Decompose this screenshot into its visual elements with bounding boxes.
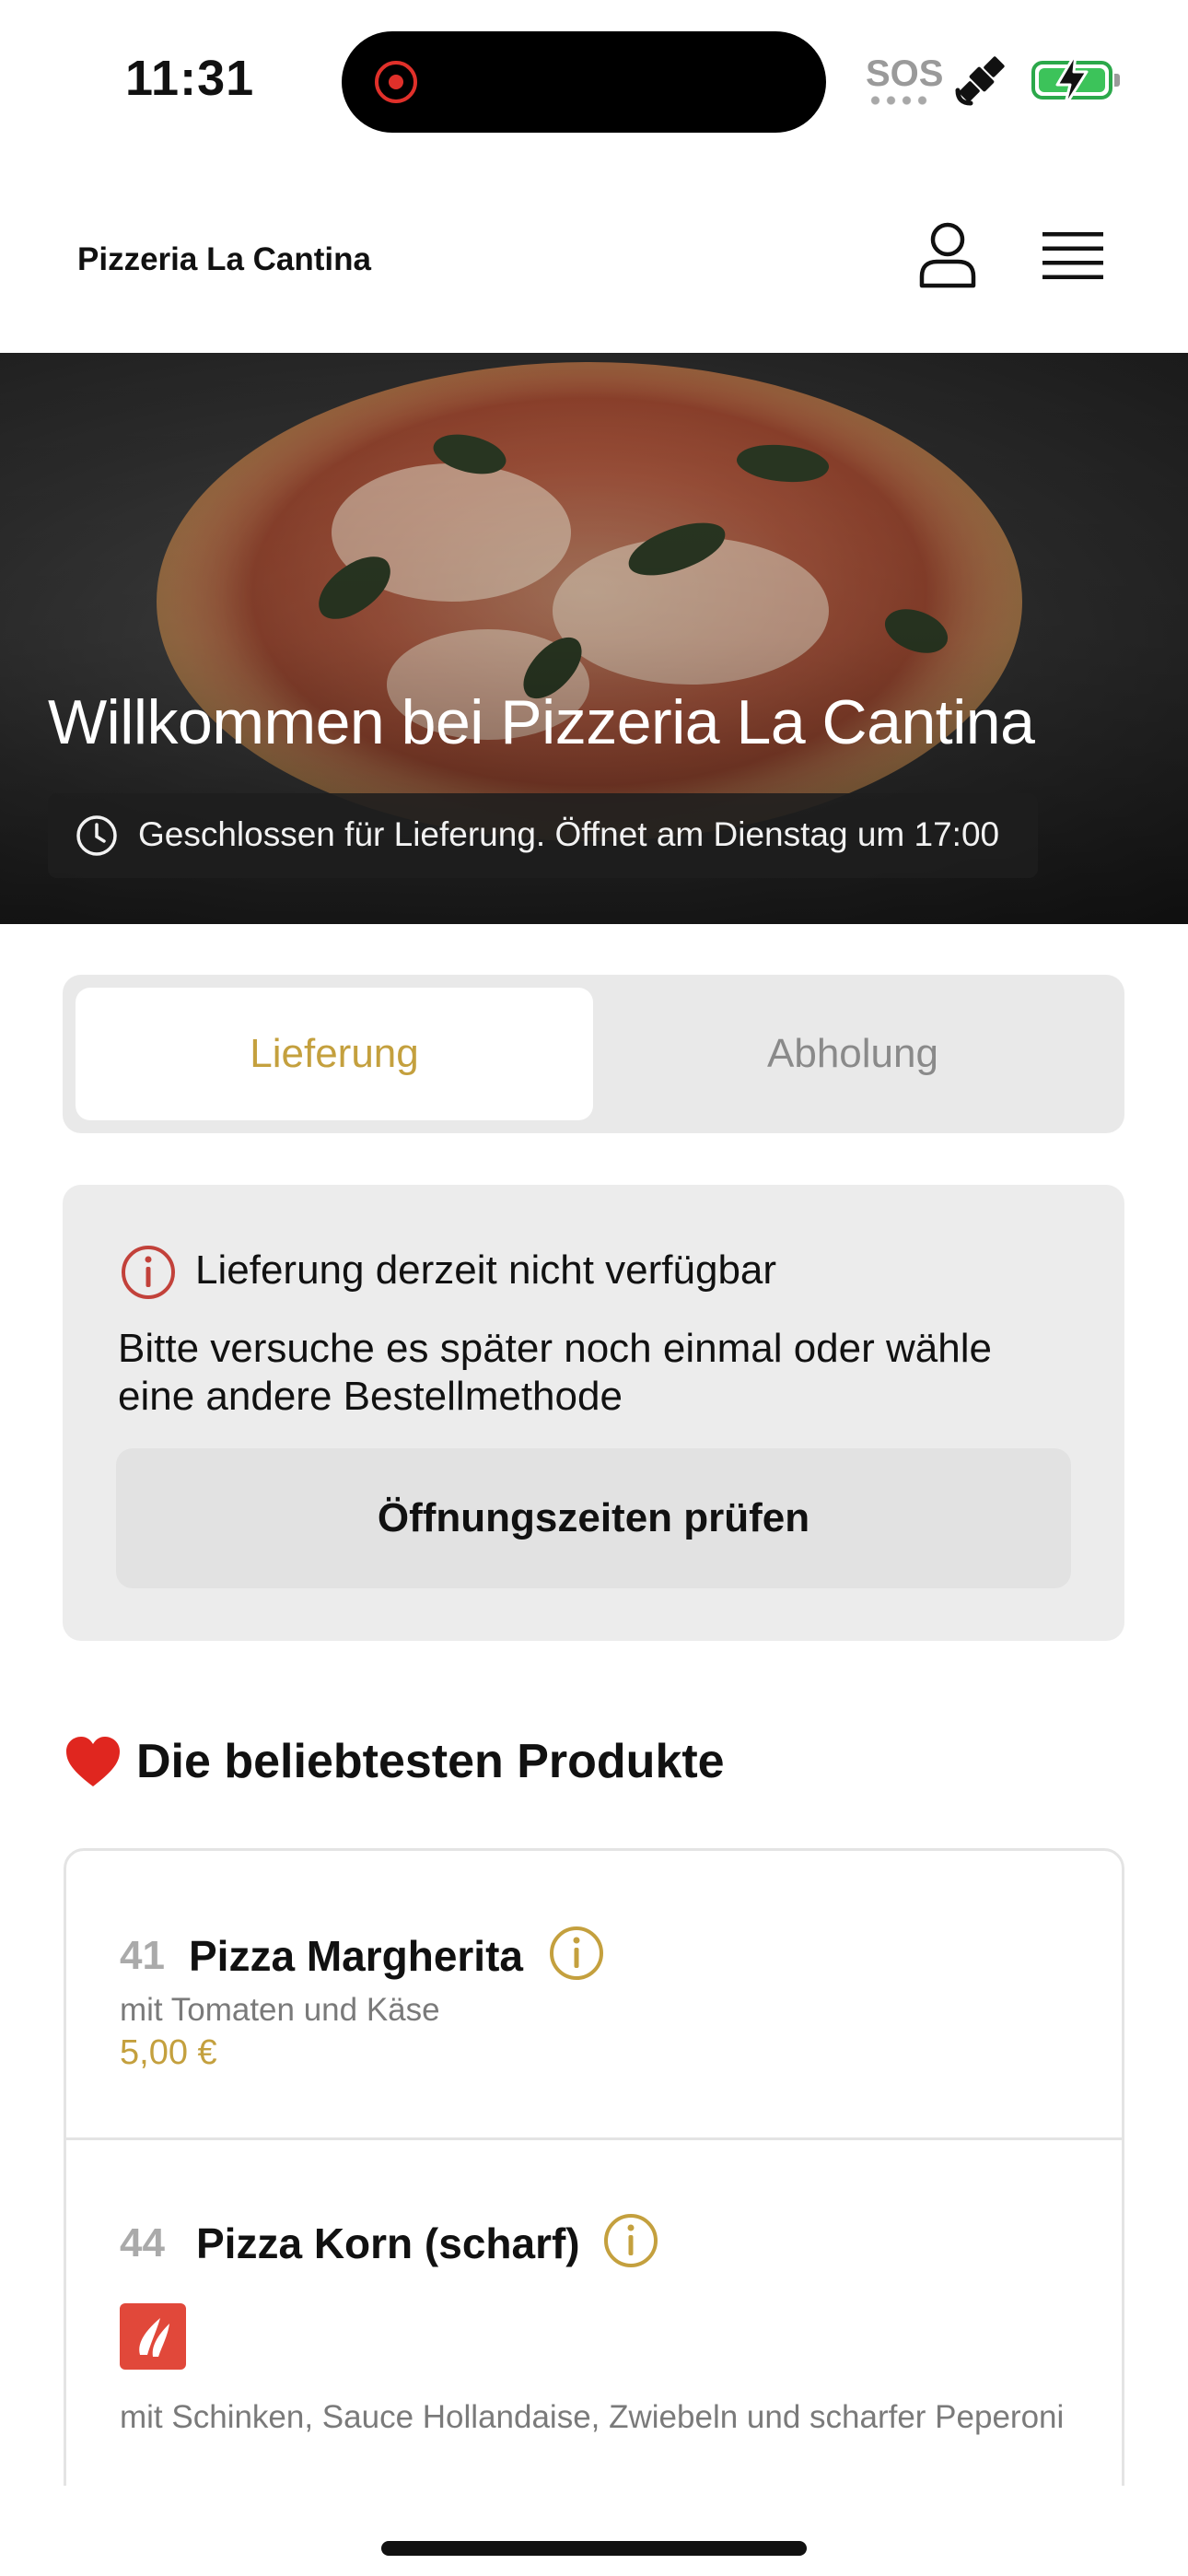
product-name: Pizza Korn (scharf) bbox=[196, 2219, 580, 2267]
popular-products-list: 41 Pizza Margherita mit Tomaten und Käse… bbox=[64, 1848, 1124, 2576]
info-alert-icon bbox=[122, 1246, 175, 1299]
dynamic-island bbox=[342, 31, 826, 133]
charging-bolt-icon bbox=[1055, 52, 1089, 109]
satellite-icon bbox=[955, 56, 1005, 106]
product-name: Pizza Margherita bbox=[189, 1932, 523, 1980]
notice-text: Bitte versuche es später noch einmal ode… bbox=[118, 1326, 992, 1419]
clock-icon bbox=[76, 815, 117, 856]
store-status-badge: Geschlossen für Lieferung. Öffnet am Die… bbox=[48, 793, 1038, 878]
status-time: 11:31 bbox=[125, 51, 255, 106]
bottom-safe-area bbox=[0, 2486, 1188, 2576]
product-number: 41 bbox=[120, 1933, 165, 1978]
product-info-icon[interactable] bbox=[548, 1925, 605, 1982]
delivery-unavailable-notice: Lieferung derzeit nicht verfügbar Bitte … bbox=[63, 1185, 1124, 1641]
product-info-icon[interactable] bbox=[602, 2212, 659, 2269]
product-description: mit Schinken, Sauce Hollandaise, Zwiebel… bbox=[120, 2399, 1065, 2435]
notice-title: Lieferung derzeit nicht verfügbar bbox=[195, 1247, 777, 1293]
recording-indicator-icon bbox=[375, 61, 417, 103]
status-bar: 11:31 SOS bbox=[0, 0, 1188, 157]
check-opening-hours-button[interactable]: Öffnungszeiten prüfen bbox=[116, 1448, 1071, 1588]
section-title-text: Die beliebtesten Produkte bbox=[136, 1735, 725, 1788]
popular-products-heading: Die beliebtesten Produkte bbox=[64, 1734, 725, 1789]
store-status-text: Geschlossen für Lieferung. Öffnet am Die… bbox=[138, 815, 1000, 853]
product-description: mit Tomaten und Käse bbox=[120, 1992, 440, 2028]
hamburger-menu-icon[interactable] bbox=[1042, 232, 1103, 280]
user-icon[interactable] bbox=[917, 221, 978, 289]
spicy-icon bbox=[120, 2303, 186, 2370]
hero-banner: Willkommen bei Pizzeria La Cantina Gesch… bbox=[0, 353, 1188, 924]
tab-delivery[interactable]: Lieferung bbox=[76, 988, 593, 1120]
order-method-tabs: Lieferung Abholung bbox=[63, 975, 1124, 1133]
tab-pickup[interactable]: Abholung bbox=[594, 988, 1112, 1120]
product-item[interactable]: 41 Pizza Margherita mit Tomaten und Käse… bbox=[66, 1851, 1122, 2140]
hero-title: Willkommen bei Pizzeria La Cantina bbox=[48, 687, 1035, 757]
brand-name[interactable]: Pizzeria La Cantina bbox=[77, 241, 371, 278]
signal-dots bbox=[868, 96, 928, 105]
battery-cap bbox=[1114, 74, 1120, 87]
sos-label: SOS bbox=[866, 53, 944, 94]
app-header: Pizzeria La Cantina bbox=[0, 157, 1188, 353]
product-number: 44 bbox=[120, 2220, 165, 2266]
heart-icon bbox=[66, 1737, 120, 1786]
home-indicator[interactable] bbox=[381, 2541, 807, 2556]
product-price: 5,00 € bbox=[120, 2033, 217, 2072]
